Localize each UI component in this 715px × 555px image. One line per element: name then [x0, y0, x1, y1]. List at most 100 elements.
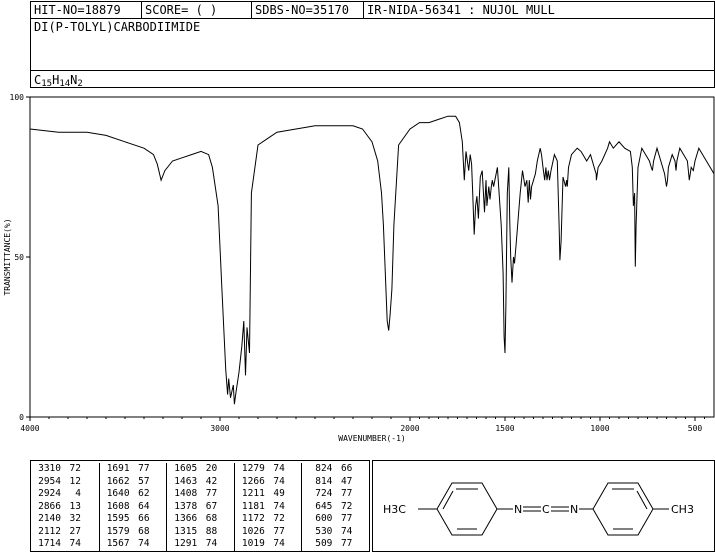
- peak-transmittance: 62: [138, 488, 150, 499]
- peak-row: 2112 27: [31, 526, 99, 539]
- peak-wavenumber: 1408: [174, 488, 198, 499]
- peak-row: 1605 20: [167, 463, 235, 476]
- x-tick-label: 1000: [590, 424, 609, 433]
- peak-transmittance: 74: [273, 500, 285, 512]
- peak-column: 3310 72 2954 12 2924 4 2866 13 2140 32 2112 27 1714 7…: [31, 463, 99, 551]
- spectrum-line: [29, 115, 715, 405]
- peak-row: 1366 68: [167, 513, 235, 526]
- peak-wavenumber: 1315: [174, 525, 198, 537]
- peak-wavenumber: 2954: [38, 475, 61, 487]
- peak-transmittance: 77: [340, 513, 353, 524]
- peak-wavenumber: 645: [315, 500, 333, 512]
- peak-transmittance: 67: [205, 500, 218, 512]
- nitrogen-right: N: [570, 503, 578, 516]
- peak-transmittance: 68: [138, 525, 150, 537]
- peak-wavenumber: 1595: [106, 513, 130, 524]
- peak-transmittance: 74: [205, 538, 218, 549]
- peak-transmittance: 72: [69, 463, 81, 474]
- peak-transmittance: 72: [340, 500, 353, 512]
- peak-wavenumber: 1640: [106, 488, 130, 499]
- peak-transmittance: 20: [205, 463, 218, 474]
- compound-box: DI(P-TOLYL)CARBODIIMIDE C15H14N2: [30, 18, 715, 89]
- peak-transmittance: 12: [69, 475, 81, 487]
- peak-row: 1181 74: [235, 501, 303, 514]
- x-axis-label: WAVENUMBER(-1): [338, 434, 405, 443]
- peak-wavenumber: 1366: [174, 513, 198, 524]
- divider: [31, 70, 714, 71]
- peak-transmittance: 4: [75, 488, 81, 499]
- ir-spectrum-chart: 4000 3000 2000 1500 1000 500 0 50 100 TRANSMITTA…: [3, 93, 715, 443]
- score: SCORE= ( ): [142, 2, 252, 18]
- peak-row: 2140 32: [31, 513, 99, 526]
- peak-wavenumber: 2140: [38, 513, 61, 524]
- peak-wavenumber: 600: [315, 513, 333, 524]
- peak-transmittance: 74: [273, 538, 285, 549]
- peak-transmittance: 49: [273, 488, 285, 499]
- peak-row: 824 66: [302, 463, 370, 476]
- peak-transmittance: 74: [138, 538, 150, 549]
- chart-ticks: 4000 3000 2000 1500 1000 500 0 50 100: [10, 93, 705, 433]
- x-tick-label: 3000: [210, 424, 229, 433]
- peak-transmittance: 77: [273, 525, 285, 537]
- peak-transmittance: 72: [273, 513, 285, 524]
- peak-column: 1691 77 1662 57 1640 62 1608 64 1595 66 1579 68 1567…: [98, 463, 168, 551]
- ir-info: IR-NIDA-56341 : NUJOL MULL: [367, 3, 555, 17]
- peak-table: 3310 72 2954 12 2924 4 2866 13 2140 32 2112 27 1714 7…: [30, 460, 370, 552]
- peak-row: 1266 74: [235, 476, 303, 489]
- peak-row: 1315 88: [167, 526, 235, 539]
- peak-transmittance: 66: [340, 463, 353, 474]
- peak-row: 1019 74: [235, 538, 303, 551]
- y-tick-label: 0: [19, 413, 24, 422]
- peak-wavenumber: 509: [315, 538, 333, 549]
- peak-row: 1408 77: [167, 488, 235, 501]
- peak-wavenumber: 2866: [38, 500, 61, 512]
- peak-transmittance: 77: [340, 538, 353, 549]
- peak-transmittance: 77: [138, 463, 150, 474]
- peak-row: 814 47: [302, 476, 370, 489]
- peak-row: 2954 12: [31, 476, 99, 489]
- peak-row: 509 77: [302, 538, 370, 551]
- peak-wavenumber: 2924: [38, 488, 61, 499]
- peak-wavenumber: 1714: [38, 538, 61, 549]
- peak-transmittance: 77: [340, 488, 353, 499]
- peak-wavenumber: 2112: [38, 525, 61, 537]
- peak-transmittance: 57: [138, 475, 150, 487]
- peak-wavenumber: 1608: [106, 500, 130, 512]
- peak-wavenumber: 1567: [106, 538, 130, 549]
- peak-row: 3310 72: [31, 463, 99, 476]
- peak-row: 1714 74: [31, 538, 99, 551]
- peak-row: 1567 74: [100, 538, 168, 551]
- peak-row: 724 77: [302, 488, 370, 501]
- benzene-ring-right: [592, 482, 654, 536]
- x-tick-label: 4000: [20, 424, 39, 433]
- benzene-ring-left: [436, 482, 498, 536]
- peak-row: 1691 77: [100, 463, 168, 476]
- carbon-center: C: [542, 503, 550, 516]
- peak-wavenumber: 1691: [106, 463, 130, 474]
- peak-wavenumber: 1211: [241, 488, 265, 499]
- peak-row: 1291 74: [167, 538, 235, 551]
- peak-transmittance: 74: [69, 538, 81, 549]
- sdbs-number: SDBS-NO=35170: [252, 2, 364, 18]
- peak-row: 1378 67: [167, 501, 235, 514]
- peak-transmittance: 88: [205, 525, 218, 537]
- peak-transmittance: 68: [205, 513, 218, 524]
- hit-number: HIT-NO=18879: [31, 2, 142, 18]
- peak-wavenumber: 1579: [106, 525, 130, 537]
- peak-wavenumber: 1279: [241, 463, 265, 474]
- x-tick-label: 2000: [400, 424, 419, 433]
- peak-transmittance: 13: [69, 500, 81, 512]
- peak-column: 1605 20 1463 42 1408 77 1378 67 1366 68 1315 88 1291…: [166, 463, 235, 551]
- peak-wavenumber: 1181: [241, 500, 265, 512]
- y-axis-label: TRANSMITTANCE(%): [3, 218, 12, 295]
- peak-wavenumber: 1378: [174, 500, 198, 512]
- peak-wavenumber: 1266: [241, 475, 265, 487]
- peak-transmittance: 66: [138, 513, 150, 524]
- nitrogen-left: N: [514, 503, 522, 516]
- peak-row: 600 77: [302, 513, 370, 526]
- header-bar: HIT-NO=18879 SCORE= ( ) SDBS-NO=35170 IR…: [30, 1, 715, 19]
- peak-wavenumber: 814: [315, 475, 333, 487]
- methyl-left: H3C: [383, 503, 406, 516]
- peak-wavenumber: 1019: [241, 538, 265, 549]
- peak-transmittance: 32: [69, 513, 81, 524]
